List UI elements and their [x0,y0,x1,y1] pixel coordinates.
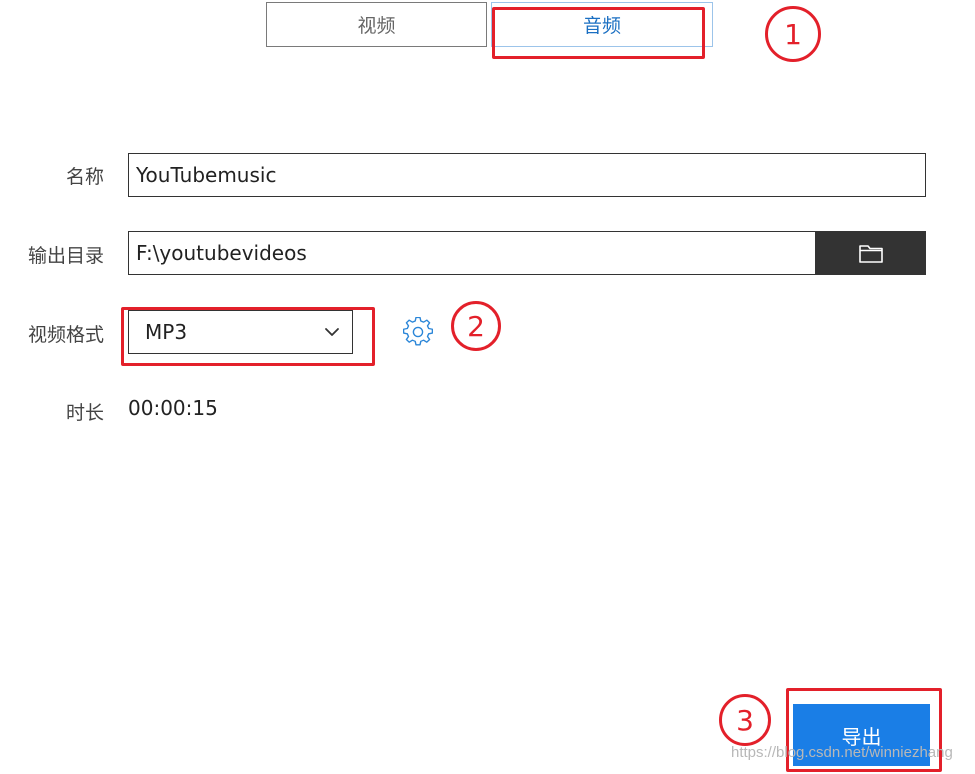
gear-icon [402,316,434,346]
watermark-text: https://blog.csdn.net/winniezhang [731,744,953,761]
annotation-step-1: 1 [765,6,821,62]
format-settings-button[interactable] [402,316,434,347]
chevron-down-icon [325,328,339,336]
output-dir-label: 输出目录 [27,245,104,267]
annotation-step-1-number: 1 [784,17,802,51]
tab-video[interactable]: 视频 [266,2,487,47]
browse-folder-button[interactable] [815,231,926,275]
format-label: 视频格式 [27,324,104,346]
name-input[interactable] [128,153,926,197]
annotation-step-2-number: 2 [467,309,485,343]
format-select-value: MP3 [145,320,188,344]
annotation-step-2: 2 [451,301,501,351]
format-select[interactable]: MP3 [128,310,353,354]
tab-audio-label: 音频 [582,15,621,37]
annotation-step-3: 3 [719,694,771,746]
tab-audio[interactable]: 音频 [491,2,713,47]
output-dir-input[interactable] [128,231,816,275]
annotation-step-3-number: 3 [736,703,754,737]
duration-label: 时长 [65,402,104,424]
duration-value: 00:00:15 [128,396,218,420]
name-label: 名称 [65,166,104,188]
folder-icon [858,245,883,263]
tab-video-label: 视频 [357,15,396,37]
